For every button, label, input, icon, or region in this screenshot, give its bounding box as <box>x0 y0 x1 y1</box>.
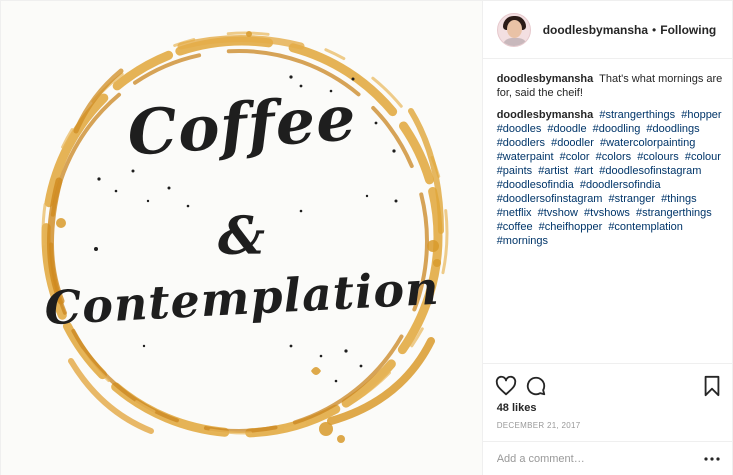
comments-list: doodlesbymansha That's what mornings are… <box>497 72 727 256</box>
hashtag-link[interactable]: #doodlesofinstagram <box>599 165 701 177</box>
post-header: doodlesbymansha • Following <box>482 1 733 59</box>
hashtag-link[interactable]: #contemplation <box>608 221 683 233</box>
hashtag-link[interactable]: #doodlersofinstagram <box>497 193 603 205</box>
heart-icon[interactable] <box>495 375 517 397</box>
add-comment-section <box>482 441 733 475</box>
hashtag-link[interactable]: #stranger <box>609 193 655 205</box>
hashtag-link[interactable]: #cheifhopper <box>539 221 603 233</box>
artwork-ampersand: & <box>218 206 266 267</box>
hashtag-link[interactable]: #doodlers <box>497 137 545 149</box>
hashtag-link[interactable]: #doodling <box>593 123 641 135</box>
ellipsis-icon[interactable] <box>703 452 721 466</box>
hashtag-link[interactable]: #doodle <box>547 123 586 135</box>
post-side-panel: doodlesbymansha • Following doodlesbyman… <box>481 1 733 475</box>
post-date[interactable]: DECEMBER 21, 2017 <box>497 421 581 430</box>
header-separator: • <box>652 22 657 37</box>
hashtag-link[interactable]: #art <box>574 165 593 177</box>
hashtag-link[interactable]: #strangerthings <box>599 109 675 121</box>
comment-username[interactable]: doodlesbymansha <box>497 73 594 85</box>
hashtag-link[interactable]: #doodlings <box>646 123 699 135</box>
bookmark-icon[interactable] <box>701 375 723 397</box>
hashtag-link[interactable]: #colors <box>596 151 631 163</box>
hashtag-link[interactable]: #hopper <box>681 109 721 121</box>
following-button[interactable]: Following <box>660 23 716 37</box>
profile-photo-icon[interactable] <box>496 12 531 47</box>
hashtag-link[interactable]: #waterpaint <box>497 151 554 163</box>
hashtag-link[interactable]: #coffee <box>497 221 533 233</box>
hashtag-link[interactable]: #colour <box>685 151 721 163</box>
hashtag-link[interactable]: #tvshows <box>584 207 630 219</box>
hashtag-link[interactable]: #color <box>560 151 590 163</box>
hashtag-link[interactable]: #mornings <box>497 235 548 247</box>
hashtag-link[interactable]: #things <box>661 193 696 205</box>
hashtag-list: #strangerthings #hopper #doodles #doodle… <box>497 109 725 247</box>
likes-count[interactable]: 48 likes <box>497 402 537 414</box>
hashtag-link[interactable]: #colours <box>637 151 679 163</box>
hashtag-link[interactable]: #doodlesofindia <box>497 179 574 191</box>
hashtag-link[interactable]: #paints <box>497 165 532 177</box>
instagram-post: Coffee & Contemplation doodlesbymansha •… <box>0 0 733 475</box>
caption-comment: doodlesbymansha That's what mornings are… <box>497 72 727 100</box>
hashtag-link[interactable]: #strangerthings <box>636 207 712 219</box>
action-bar <box>482 363 733 403</box>
hashtag-link[interactable]: #tvshow <box>538 207 578 219</box>
header-username[interactable]: doodlesbymansha <box>543 23 648 37</box>
comment-username[interactable]: doodlesbymansha <box>497 109 594 121</box>
post-image[interactable]: Coffee & Contemplation <box>1 1 482 475</box>
hashtag-link[interactable]: #artist <box>538 165 568 177</box>
comment-bubble-icon[interactable] <box>525 375 547 397</box>
hashtag-link[interactable]: #doodler <box>551 137 594 149</box>
hashtag-comment: doodlesbymansha #strangerthings #hopper … <box>497 108 727 248</box>
hashtag-link[interactable]: #doodles <box>497 123 542 135</box>
hashtag-link[interactable]: #doodlersofindia <box>580 179 661 191</box>
hashtag-link[interactable]: #watercolorpainting <box>600 137 695 149</box>
add-comment-input[interactable] <box>496 451 687 467</box>
hashtag-link[interactable]: #netflix <box>497 207 532 219</box>
